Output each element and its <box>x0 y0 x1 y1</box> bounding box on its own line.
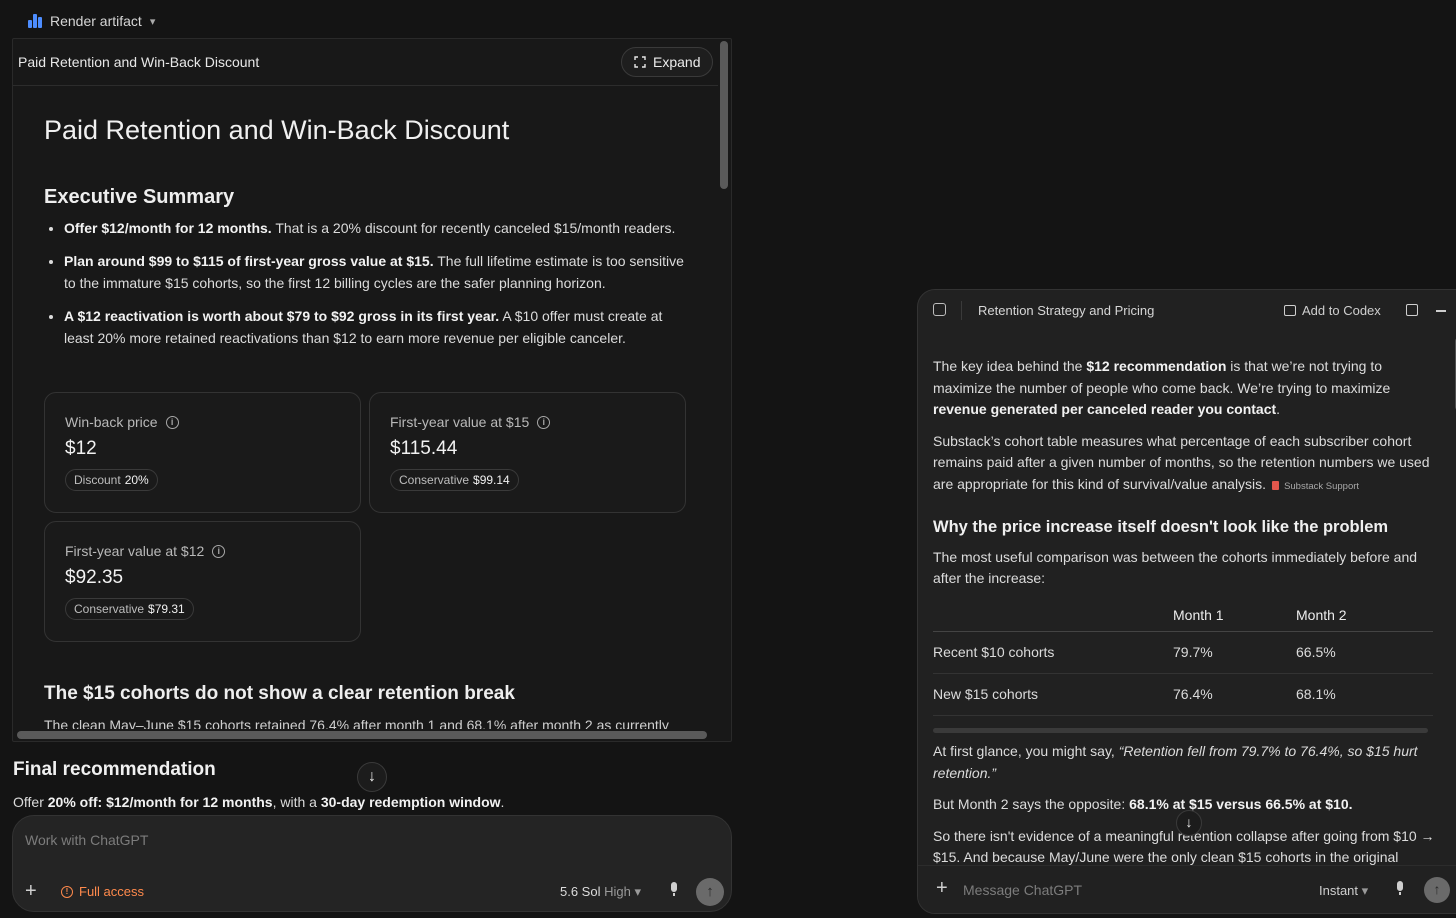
chat-message: The key idea behind the $12 recommendati… <box>933 356 1438 879</box>
horizontal-scrollbar[interactable] <box>17 731 707 739</box>
chat-header: Retention Strategy and Pricing Add to Co… <box>918 290 1456 332</box>
metric-value: $92.35 <box>65 567 124 588</box>
minimize-icon[interactable] <box>1436 310 1446 312</box>
table-cell: New $15 cohorts <box>933 673 1173 716</box>
scroll-down-button[interactable]: ↓ <box>357 762 387 792</box>
chevron-down-icon: ▾ <box>634 884 642 899</box>
section-text: The clean May–June $15 cohorts retained … <box>44 717 669 729</box>
popout-icon[interactable] <box>1406 304 1418 316</box>
chevron-down-icon: ▾ <box>1361 883 1369 898</box>
metric-value: $12 <box>65 438 97 459</box>
artifact-document: Paid Retention and Win-Back Discount Exe… <box>13 87 718 729</box>
section-heading: The $15 cohorts do not show a clear rete… <box>44 683 515 704</box>
send-button[interactable]: ↑ <box>696 878 724 906</box>
divider <box>961 301 962 320</box>
info-icon[interactable]: i <box>165 415 179 429</box>
table-row: New $15 cohorts 76.4% 68.1% <box>933 673 1433 716</box>
artifact-header: Paid Retention and Win-Back Discount Exp… <box>13 39 718 86</box>
artifact-panel: Paid Retention and Win-Back Discount Exp… <box>12 38 732 742</box>
expand-button[interactable]: Expand <box>621 47 714 77</box>
send-button[interactable]: ↑ <box>1424 877 1450 903</box>
metric-badge: Conservative $99.14 <box>390 469 519 491</box>
add-attachment-button[interactable]: + <box>936 877 948 900</box>
chat-window: Retention Strategy and Pricing Add to Co… <box>917 289 1456 914</box>
metric-label: First-year value at $15 <box>390 414 530 430</box>
chat-scroll-down-button[interactable]: ↓ <box>1176 810 1202 836</box>
summary-item: A $12 reactivation is worth about $79 to… <box>64 305 694 349</box>
new-chat-icon[interactable] <box>933 303 946 316</box>
cohort-table: Month 1 Month 2 Recent $10 cohorts 79.7%… <box>933 599 1433 716</box>
metric-label: Win-back price <box>65 414 158 430</box>
metric-card-first-year-12: First-year value at $12 i $92.35 Conserva… <box>44 521 361 642</box>
add-attachment-button[interactable]: + <box>25 880 37 903</box>
chat-title: Retention Strategy and Pricing <box>978 303 1155 318</box>
table-row: Recent $10 cohorts 79.7% 66.5% <box>933 631 1433 674</box>
message-input[interactable]: Work with ChatGPT <box>25 832 148 848</box>
table-header-row: Month 1 Month 2 <box>933 599 1433 632</box>
table-cell: 79.7% <box>1173 631 1296 674</box>
table-header <box>933 599 1173 632</box>
full-access-button[interactable]: ! Full access <box>61 884 144 899</box>
message-composer: Work with ChatGPT + ! Full access 5.6 Sol… <box>12 815 732 912</box>
source-citation[interactable]: Substack Support <box>1272 480 1359 492</box>
final-recommendation-text: Offer 20% off: $12/month for 12 months, … <box>13 794 505 810</box>
table-cell: 66.5% <box>1296 631 1433 674</box>
chevron-down-icon: ▾ <box>149 15 156 28</box>
model-selector[interactable]: 5.6 Sol High ▾ <box>560 884 641 900</box>
microphone-icon[interactable] <box>669 882 679 896</box>
message-paragraph: The key idea behind the $12 recommendati… <box>933 358 1391 417</box>
summary-list: Offer $12/month for 12 months. That is a… <box>64 217 694 360</box>
message-heading: Why the price increase itself doesn't lo… <box>933 518 1389 536</box>
expand-label: Expand <box>653 54 701 70</box>
chat-input[interactable]: Message ChatGPT <box>963 882 1082 898</box>
vertical-scrollbar[interactable] <box>720 41 728 189</box>
artifact-header-title: Paid Retention and Win-Back Discount <box>18 54 260 70</box>
substack-icon <box>1272 480 1280 490</box>
render-artifact-menu[interactable]: Render artifact ▾ <box>28 10 155 32</box>
mode-selector[interactable]: Instant ▾ <box>1319 883 1368 899</box>
add-to-codex-button[interactable]: Add to Codex <box>1284 303 1381 318</box>
message-paragraph: The most useful comparison was between t… <box>933 548 1418 587</box>
metric-value: $115.44 <box>390 438 458 459</box>
chat-composer: + Message ChatGPT Instant ▾ ↑ <box>918 865 1456 913</box>
table-cell: 68.1% <box>1296 673 1433 716</box>
table-scrollbar[interactable] <box>933 728 1428 733</box>
warning-icon: ! <box>61 885 73 898</box>
document-title: Paid Retention and Win-Back Discount <box>44 115 510 145</box>
executive-summary-heading: Executive Summary <box>44 186 235 208</box>
message-paragraph: At first glance, you might say, “Retenti… <box>933 743 1418 781</box>
table-header: Month 1 <box>1173 599 1296 632</box>
metric-card-win-back-price: Win-back price i $12 Discount 20% <box>44 392 361 513</box>
summary-item: Plan around $99 to $115 of first-year gr… <box>64 250 694 294</box>
info-icon[interactable]: i <box>537 415 551 429</box>
metric-badge: Conservative $79.31 <box>65 598 194 620</box>
final-recommendation-heading: Final recommendation <box>13 759 216 780</box>
expand-icon <box>634 56 646 68</box>
metric-label: First-year value at $12 <box>65 543 205 559</box>
metric-badge: Discount 20% <box>65 469 158 491</box>
table-header: Month 2 <box>1296 599 1433 632</box>
app-logo-icon <box>28 14 42 28</box>
table-cell: 76.4% <box>1173 673 1296 716</box>
table-cell: Recent $10 cohorts <box>933 631 1173 674</box>
info-icon[interactable]: i <box>212 544 226 558</box>
microphone-icon[interactable] <box>1395 881 1405 895</box>
message-paragraph: Substack’s cohort table measures what pe… <box>933 432 1430 492</box>
summary-item: Offer $12/month for 12 months. That is a… <box>64 217 694 239</box>
render-artifact-label: Render artifact <box>50 13 142 29</box>
chat-bubble-icon <box>1284 305 1296 316</box>
metric-card-first-year-15: First-year value at $15 i $115.44 Conserv… <box>369 392 686 513</box>
